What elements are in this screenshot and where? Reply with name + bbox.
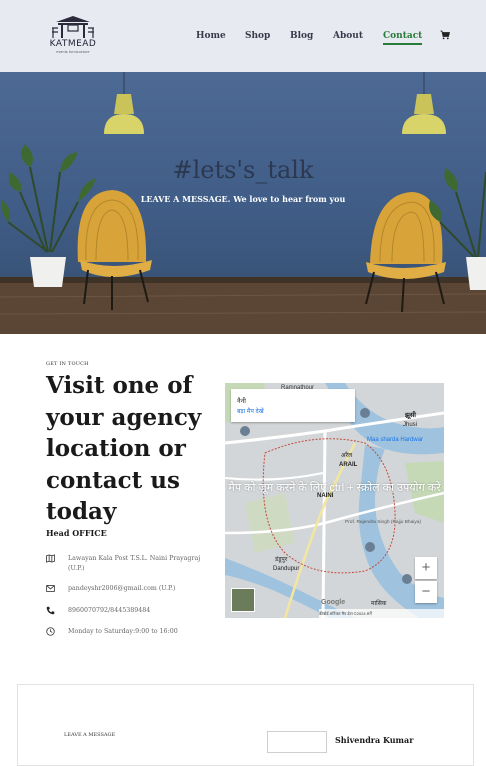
- map-label-rajju: Prof. Rajendra Singh (Rajju Bhaiya): [345, 519, 421, 525]
- address-text: Lawayan Kala Post T.S.L. Naini Prayagraj…: [68, 555, 201, 572]
- hours-row: Monday to Saturday:9:00 to 16:00: [46, 627, 216, 637]
- view-larger-map-link[interactable]: बड़ा मैप देखें: [237, 407, 264, 415]
- hero-subtitle: LEAVE A MESSAGE. We love to hear from yo…: [140, 194, 346, 204]
- brand-name: KATMEAD: [49, 39, 97, 49]
- nav-blog[interactable]: Blog: [290, 31, 313, 41]
- embedded-map[interactable]: Ramnathpur झूसी Jhusi Maa sharda Hardwar…: [225, 383, 444, 618]
- map-place-card: नैनी बड़ा मैप देखें: [231, 389, 355, 422]
- email-row: pandeyshr2006@gmail.com (U.P.): [46, 584, 216, 594]
- leave-message-eyebrow: LEAVE A MESSAGE: [64, 732, 116, 738]
- clock-icon: [46, 627, 55, 636]
- hero-banner: #lets's_talk LEAVE A MESSAGE. We love to…: [0, 72, 486, 334]
- zoom-in-button[interactable]: +: [415, 557, 437, 579]
- nav-about[interactable]: About: [333, 31, 363, 41]
- section-title: Visit one of your agency location or con…: [46, 372, 202, 525]
- hours-text: Monday to Saturday:9:00 to 16:00: [68, 628, 178, 635]
- brand-logo[interactable]: KATMEAD events furnicucture: [38, 14, 108, 56]
- map-attribution[interactable]: कीबोर्ड शॉर्टकट मैप डेटा ©2024 शर्तें: [319, 609, 444, 618]
- map-zoom-hint: मैप को ज़ूम करने के लिए ctrl + स्क्रोल क…: [228, 482, 441, 494]
- map-label-arail: ARAIL: [339, 462, 358, 468]
- map-label-dandupur: Dandupur: [273, 566, 299, 572]
- map-label-dandupur-hi: डंडूपुर: [274, 556, 288, 563]
- zoom-out-button[interactable]: −: [415, 581, 437, 603]
- message-card: [17, 684, 474, 766]
- google-logo: Google: [321, 599, 346, 606]
- map-label-jhusi-hi: झूसी: [404, 411, 416, 419]
- brand-tagline: events furnicucture: [56, 50, 90, 54]
- site-header: KATMEAD events furnicucture Home Shop Bl…: [0, 0, 486, 72]
- nav-shop[interactable]: Shop: [245, 31, 270, 41]
- phone-icon: [46, 606, 55, 615]
- logo-mark-icon: [52, 16, 94, 38]
- map-place-name: नैनी: [237, 398, 246, 405]
- nav-contact[interactable]: Contact: [383, 31, 423, 45]
- map-label-arail-hi: अरैल: [341, 451, 353, 459]
- map-label-jhusi: Jhusi: [403, 422, 417, 428]
- nav-home[interactable]: Home: [196, 31, 226, 41]
- hero-title: #lets's_talk: [172, 156, 314, 184]
- email-text[interactable]: pandeyshr2006@gmail.com (U.P.): [68, 584, 218, 594]
- phone-row: 8960070792/8445389484: [46, 606, 216, 616]
- map-label-masik: मासिक: [371, 599, 387, 607]
- head-office-label: Head OFFICE: [46, 528, 107, 538]
- map-icon: [46, 554, 55, 563]
- section-eyebrow: GET IN TOUCH: [46, 361, 89, 367]
- envelope-icon: [46, 585, 55, 592]
- phone-text[interactable]: 8960070792/8445389484: [68, 606, 218, 616]
- person-image: [267, 731, 327, 753]
- map-label-hardwar: Maa sharda Hardwar: [367, 437, 423, 443]
- address-row: Lawayan Kala Post T.S.L. Naini Prayagraj…: [46, 554, 216, 576]
- map-layer-toggle[interactable]: [231, 588, 255, 612]
- cart-icon[interactable]: [440, 30, 450, 40]
